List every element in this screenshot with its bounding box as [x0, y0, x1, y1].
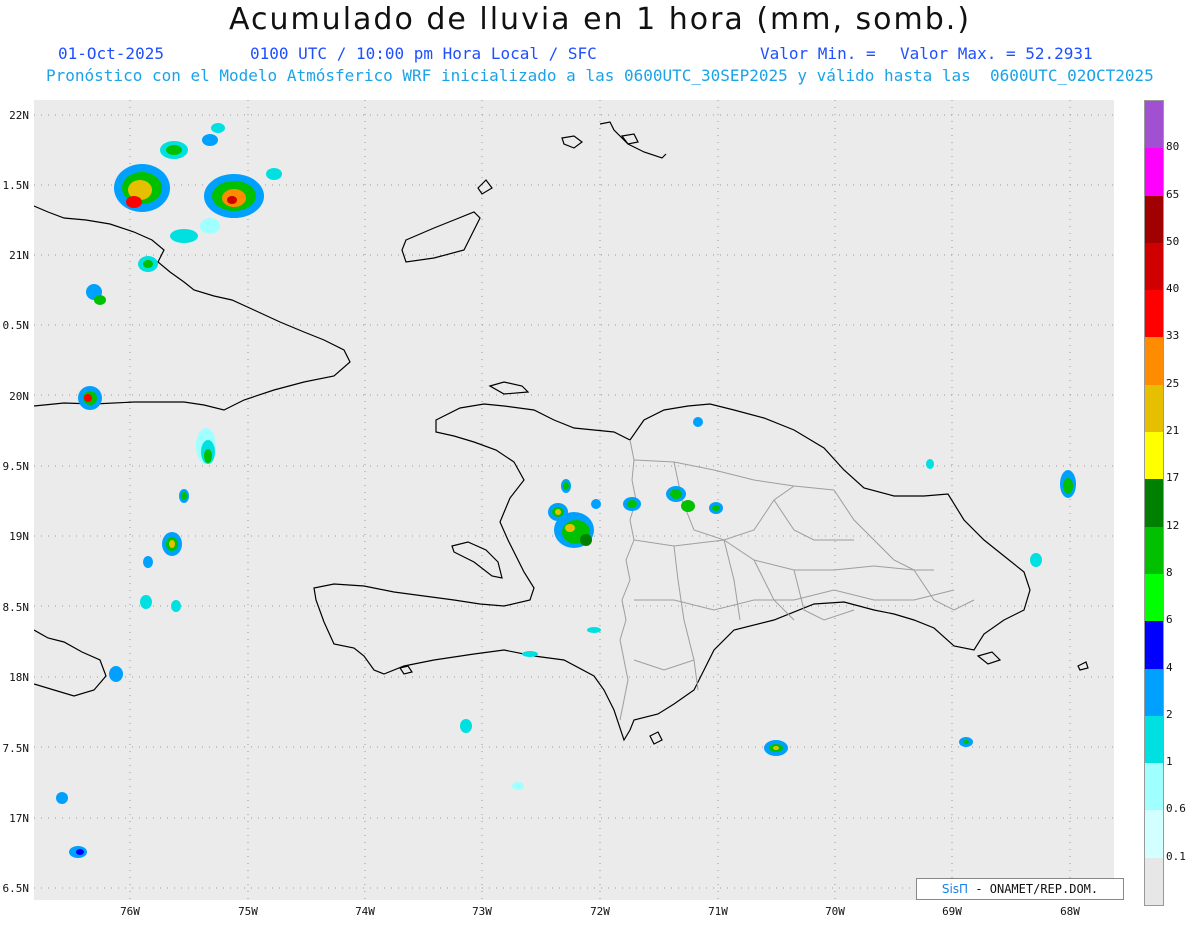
- colorbar: [1144, 100, 1164, 906]
- colorbar-segment: [1145, 432, 1163, 480]
- time-label: 0100 UTC / 10:00 pm Hora Local / SFC: [250, 44, 597, 63]
- lon-label: 68W: [1060, 905, 1080, 918]
- lat-label: 18N: [9, 671, 29, 684]
- lat-label: 1.5N: [2, 179, 30, 192]
- colorbar-segment: [1145, 573, 1163, 622]
- lat-label: 6.5N: [2, 882, 30, 895]
- map-svg: [33, 100, 1114, 900]
- colorbar-label: 0.1: [1166, 849, 1186, 863]
- lat-label: 8.5N: [2, 601, 30, 614]
- rain-cell-windward-3: [162, 532, 182, 556]
- mona-coast: [1077, 661, 1089, 671]
- lat-label: 20N: [9, 390, 29, 403]
- beata-coast: [649, 731, 663, 745]
- lat-label: 22N: [9, 109, 29, 122]
- colorbar-segment: [1145, 479, 1163, 527]
- lon-label: 72W: [590, 905, 610, 918]
- lon-label: 73W: [472, 905, 492, 918]
- colorbar-segment: [1145, 668, 1163, 716]
- tortuga-coast: [488, 381, 530, 395]
- colorbar-label: 33: [1166, 329, 1180, 343]
- bahamas-island-3: [599, 121, 667, 159]
- lon-label: 70W: [825, 905, 845, 918]
- rain-cell-north-cluster-1: [114, 164, 170, 212]
- lon-label: 76W: [120, 905, 140, 918]
- colorbar-label: 25: [1166, 376, 1180, 390]
- colorbar-label: 8: [1166, 565, 1173, 579]
- rain-cell-windward-band: [196, 428, 216, 464]
- sispi-logo: SisΠ: [941, 882, 969, 896]
- value-min-label: Valor Min. =: [760, 44, 876, 63]
- hispaniola-coast: [313, 403, 1031, 742]
- bahamas-island-4: [620, 133, 639, 145]
- rain-cell-north-cluster-4: [202, 123, 225, 146]
- province-borders: [619, 439, 975, 721]
- lon-label: 75W: [238, 905, 258, 918]
- colorbar-label: 4: [1166, 660, 1173, 674]
- colorbar-label: 21: [1166, 424, 1180, 438]
- value-max-label: Valor Max. = 52.2931: [900, 44, 1093, 63]
- jamaica-coast: [33, 629, 107, 697]
- colorbar-label: 50: [1166, 234, 1180, 248]
- colorbar-label: 12: [1166, 518, 1180, 532]
- forecast-subtitle: Pronóstico con el Modelo Atmósferico WRF…: [46, 66, 1154, 85]
- rain-cell-east-sea: [926, 459, 1076, 567]
- lat-label: 19N: [9, 530, 29, 543]
- credit-text: - ONAMET/REP.DOM.: [975, 882, 1099, 896]
- colorbar-segment: [1145, 526, 1163, 574]
- colorbar-label: 65: [1166, 187, 1180, 201]
- lat-label: 17N: [9, 812, 29, 825]
- colorbar-label: 6: [1166, 613, 1173, 627]
- rain-cell-haiti-center: [554, 512, 594, 548]
- colorbar-label: 0.6: [1166, 802, 1186, 816]
- rain-cell-north-cluster-3: [160, 141, 188, 159]
- colorbar-segment: [1145, 101, 1163, 149]
- lat-label: 7.5N: [2, 742, 30, 755]
- rain-cell-windward-2: [179, 489, 189, 503]
- lat-label: 21N: [9, 249, 29, 262]
- precipitation-cells: [56, 123, 1076, 858]
- rain-cell-dr-north: [623, 417, 723, 514]
- lon-label: 74W: [355, 905, 375, 918]
- bahamas-island-1: [477, 179, 493, 195]
- colorbar-segment: [1145, 715, 1163, 764]
- map-panel: [33, 100, 1114, 900]
- colorbar-segment: [1145, 384, 1163, 433]
- colorbar-label: 40: [1166, 282, 1180, 296]
- saona-coast: [976, 651, 1002, 665]
- rain-cell-north-cluster-5: [138, 256, 158, 272]
- colorbar-segment: [1145, 290, 1163, 338]
- rain-cell-cuba-coast: [78, 386, 102, 410]
- colorbar-segment: [1145, 621, 1163, 669]
- credit-box: SisΠ - ONAMET/REP.DOM.: [916, 878, 1124, 900]
- colorbar-segment: [1145, 763, 1163, 811]
- lat-label: 9.5N: [2, 460, 30, 473]
- date-label: 01-Oct-2025: [58, 44, 164, 63]
- rain-cell-south-sea: [460, 719, 973, 790]
- colorbar-segment: [1145, 337, 1163, 385]
- colorbar-segment: [1145, 195, 1163, 243]
- colorbar-segment: [1145, 810, 1163, 858]
- rain-cell-north-cluster-2: [204, 174, 264, 218]
- gonave-coast: [451, 541, 503, 579]
- lon-label: 69W: [942, 905, 962, 918]
- colorbar-segment: [1145, 857, 1163, 905]
- colorbar-segment: [1145, 148, 1163, 196]
- lon-label: 71W: [708, 905, 728, 918]
- colorbar-segment: [1145, 242, 1163, 291]
- lat-label: 0.5N: [2, 319, 30, 332]
- colorbar-label: 80: [1166, 140, 1180, 154]
- map-title: Acumulado de lluvia en 1 hora (mm, somb.…: [228, 2, 972, 37]
- colorbar-label: 1: [1166, 755, 1173, 769]
- colorbar-label: 2: [1166, 707, 1173, 721]
- bahamas-island-2: [561, 135, 583, 149]
- colorbar-label: 17: [1166, 471, 1180, 485]
- rain-cell-windward-4: [56, 556, 181, 858]
- navassa-coast: [399, 665, 413, 675]
- coastlines: [33, 121, 1089, 745]
